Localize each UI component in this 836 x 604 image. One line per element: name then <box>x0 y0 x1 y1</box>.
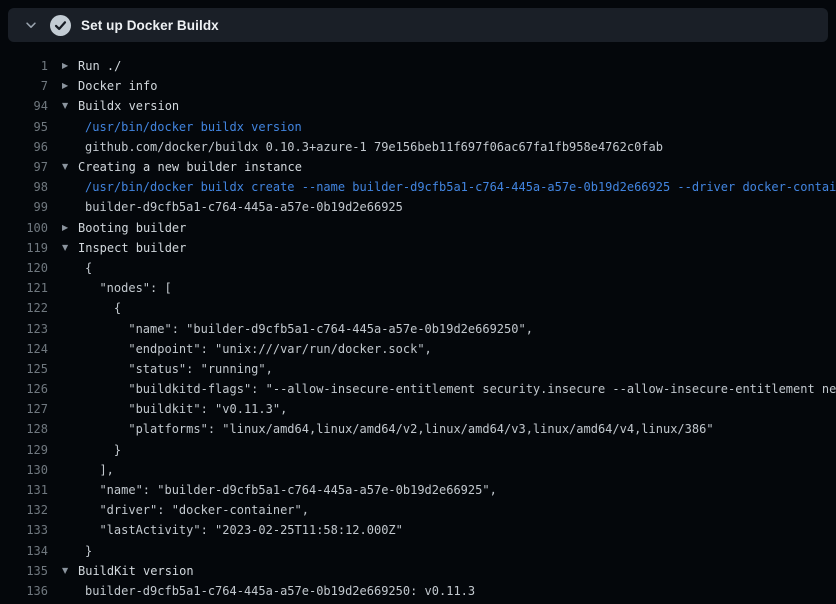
line-number[interactable]: 119 <box>0 241 48 255</box>
step-title: Set up Docker Buildx <box>81 18 219 33</box>
success-check-icon <box>50 15 71 36</box>
log-line: 124 "endpoint": "unix:///var/run/docker.… <box>0 339 836 359</box>
command-text: /usr/bin/docker buildx version <box>85 120 302 134</box>
log-line[interactable]: 100 ▶Booting builder <box>0 218 836 238</box>
line-number[interactable]: 120 <box>0 261 48 275</box>
log-line: 127 "buildkit": "v0.11.3", <box>0 399 836 419</box>
line-number[interactable]: 121 <box>0 281 48 295</box>
log-line: 121 "nodes": [ <box>0 278 836 298</box>
log-line: 99 builder-d9cfb5a1-c764-445a-a57e-0b19d2… <box>0 197 836 217</box>
output-text: "status": "running", <box>85 362 273 376</box>
line-number[interactable]: 122 <box>0 301 48 315</box>
log-line: 130 ], <box>0 460 836 480</box>
log-line: 122 { <box>0 298 836 318</box>
output-text: { <box>85 261 92 275</box>
output-text: "name": "builder-d9cfb5a1-c764-445a-a57e… <box>85 322 533 336</box>
step-header[interactable]: Set up Docker Buildx <box>8 8 828 42</box>
line-number[interactable]: 131 <box>0 483 48 497</box>
output-text: builder-d9cfb5a1-c764-445a-a57e-0b19d2e6… <box>85 200 403 214</box>
group-title[interactable]: Creating a new builder instance <box>78 160 302 174</box>
group-expanded-icon[interactable]: ▼ <box>62 163 78 171</box>
output-text: "nodes": [ <box>85 281 172 295</box>
line-number[interactable]: 95 <box>0 120 48 134</box>
log-line: 95/usr/bin/docker buildx version <box>0 117 836 137</box>
line-number[interactable]: 1 <box>0 59 48 73</box>
log-line[interactable]: 94 ▼Buildx version <box>0 96 836 116</box>
log-line: 131 "name": "builder-d9cfb5a1-c764-445a-… <box>0 480 836 500</box>
line-number[interactable]: 135 <box>0 564 48 578</box>
line-number[interactable]: 133 <box>0 523 48 537</box>
line-number[interactable]: 96 <box>0 140 48 154</box>
log-line: 129 } <box>0 440 836 460</box>
output-text: "buildkitd-flags": "--allow-insecure-ent… <box>85 382 836 396</box>
group-title[interactable]: Inspect builder <box>78 241 186 255</box>
output-text: "name": "builder-d9cfb5a1-c764-445a-a57e… <box>85 483 497 497</box>
line-number[interactable]: 123 <box>0 322 48 336</box>
line-number[interactable]: 128 <box>0 422 48 436</box>
command-text: /usr/bin/docker buildx create --name bui… <box>85 180 836 194</box>
group-collapsed-icon[interactable]: ▶ <box>62 82 78 90</box>
line-number[interactable]: 99 <box>0 200 48 214</box>
output-text: github.com/docker/buildx 0.10.3+azure-1 … <box>85 140 663 154</box>
group-title[interactable]: Booting builder <box>78 221 186 235</box>
group-expanded-icon[interactable]: ▼ <box>62 244 78 252</box>
log-line: 132 "driver": "docker-container", <box>0 500 836 520</box>
group-title[interactable]: Buildx version <box>78 99 179 113</box>
log-line: 136 builder-d9cfb5a1-c764-445a-a57e-0b19d… <box>0 581 836 601</box>
log-line: 125 "status": "running", <box>0 359 836 379</box>
group-expanded-icon[interactable]: ▼ <box>62 567 78 575</box>
line-number[interactable]: 130 <box>0 463 48 477</box>
line-number[interactable]: 136 <box>0 584 48 598</box>
line-number[interactable]: 126 <box>0 382 48 396</box>
log-line[interactable]: 97 ▼Creating a new builder instance <box>0 157 836 177</box>
output-text: } <box>85 443 121 457</box>
line-number[interactable]: 100 <box>0 221 48 235</box>
output-text: { <box>85 301 121 315</box>
output-text: "buildkit": "v0.11.3", <box>85 402 287 416</box>
log-line[interactable]: 1 ▶Run ./ <box>0 56 836 76</box>
log-area: 1▶Run ./7▶Docker info94▼Buildx version95… <box>0 42 836 604</box>
line-number[interactable]: 129 <box>0 443 48 457</box>
line-number[interactable]: 125 <box>0 362 48 376</box>
log-line: 98/usr/bin/docker buildx create --name b… <box>0 177 836 197</box>
line-number[interactable]: 97 <box>0 160 48 174</box>
log-line: 134} <box>0 541 836 561</box>
log-line: 123 "name": "builder-d9cfb5a1-c764-445a-… <box>0 318 836 338</box>
line-number[interactable]: 124 <box>0 342 48 356</box>
log-line[interactable]: 7 ▶Docker info <box>0 76 836 96</box>
log-line[interactable]: 135 ▼BuildKit version <box>0 561 836 581</box>
line-number[interactable]: 7 <box>0 79 48 93</box>
output-text: "driver": "docker-container", <box>85 503 309 517</box>
log-line: 120 { <box>0 258 836 278</box>
group-title[interactable]: Run ./ <box>78 59 121 73</box>
line-number[interactable]: 94 <box>0 99 48 113</box>
group-title[interactable]: Docker info <box>78 79 157 93</box>
log-line: 128 "platforms": "linux/amd64,linux/amd6… <box>0 419 836 439</box>
log-line: 133 "lastActivity": "2023-02-25T11:58:12… <box>0 520 836 540</box>
log-line: 96 github.com/docker/buildx 0.10.3+azure-… <box>0 137 836 157</box>
line-number[interactable]: 98 <box>0 180 48 194</box>
output-text: builder-d9cfb5a1-c764-445a-a57e-0b19d2e6… <box>85 584 475 598</box>
log-line: 126 "buildkitd-flags": "--allow-insecure… <box>0 379 836 399</box>
output-text: } <box>85 544 92 558</box>
output-text: ], <box>85 463 114 477</box>
group-title[interactable]: BuildKit version <box>78 564 194 578</box>
log-line[interactable]: 119 ▼Inspect builder <box>0 238 836 258</box>
output-text: "endpoint": "unix:///var/run/docker.sock… <box>85 342 432 356</box>
output-text: "lastActivity": "2023-02-25T11:58:12.000… <box>85 523 403 537</box>
line-number[interactable]: 132 <box>0 503 48 517</box>
line-number[interactable]: 134 <box>0 544 48 558</box>
group-collapsed-icon[interactable]: ▶ <box>62 62 78 70</box>
group-expanded-icon[interactable]: ▼ <box>62 102 78 110</box>
line-number[interactable]: 127 <box>0 402 48 416</box>
group-collapsed-icon[interactable]: ▶ <box>62 224 78 232</box>
output-text: "platforms": "linux/amd64,linux/amd64/v2… <box>85 422 714 436</box>
chevron-down-icon[interactable] <box>24 18 38 32</box>
